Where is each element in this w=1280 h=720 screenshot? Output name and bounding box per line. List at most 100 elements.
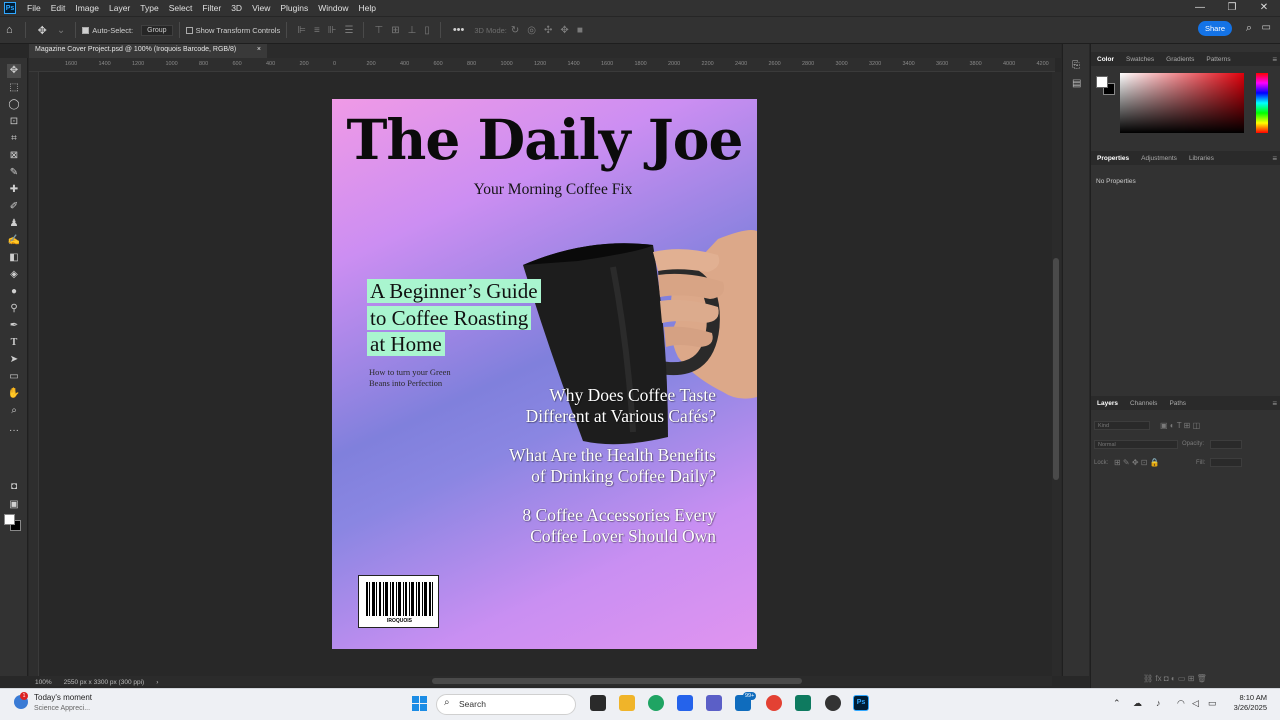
tab-paths[interactable]: Paths xyxy=(1163,400,1192,407)
menu-filter[interactable]: Filter xyxy=(197,3,226,13)
3d-pan-icon[interactable]: ✣ xyxy=(544,25,552,36)
more-tools-icon[interactable]: ··· xyxy=(7,424,21,438)
align-vertical-icon[interactable]: ☰ xyxy=(345,25,354,36)
chevron-up-icon[interactable]: ⌃ xyxy=(1113,698,1121,709)
photoshop-taskbar-icon[interactable]: Ps xyxy=(853,695,869,711)
tab-libraries[interactable]: Libraries xyxy=(1183,155,1220,162)
crop-tool-icon[interactable]: ⌗ xyxy=(7,132,21,146)
panel-menu-icon[interactable]: ≡ xyxy=(1272,154,1277,163)
panel-menu-icon[interactable]: ≡ xyxy=(1272,399,1277,408)
align-top-icon[interactable]: ⊤ xyxy=(374,25,383,36)
main-headline-subtext[interactable]: How to turn your Green Beans into Perfec… xyxy=(369,367,459,388)
tab-swatches[interactable]: Swatches xyxy=(1120,56,1160,63)
zoom-level[interactable]: 100% xyxy=(35,679,52,686)
tab-channels[interactable]: Channels xyxy=(1124,400,1163,407)
menu-window[interactable]: Window xyxy=(313,3,353,13)
story-health-benefits[interactable]: What Are the Health Benefits of Drinking… xyxy=(509,445,716,487)
magazine-subtitle[interactable]: Your Morning Coffee Fix xyxy=(332,181,757,199)
horizontal-scroll-thumb[interactable] xyxy=(432,678,802,684)
menu-help[interactable]: Help xyxy=(353,3,380,13)
battery-icon[interactable]: ▭ xyxy=(1208,698,1217,709)
widget-title[interactable]: Today's moment xyxy=(34,693,92,702)
search-icon[interactable]: ⌕ xyxy=(1246,22,1252,35)
3d-roll-icon[interactable]: ◎ xyxy=(527,25,536,36)
restore-button[interactable]: ❐ xyxy=(1216,0,1248,16)
barcode[interactable]: IROQUOIS xyxy=(358,575,439,628)
tab-layers[interactable]: Layers xyxy=(1091,400,1124,407)
close-tab-icon[interactable]: × xyxy=(257,46,261,56)
wifi-icon[interactable]: ◠ xyxy=(1177,698,1185,709)
brush-tool-icon[interactable]: ✐ xyxy=(7,200,21,214)
chevron-right-icon[interactable]: › xyxy=(156,679,158,686)
type-tool-icon[interactable]: T xyxy=(7,336,21,350)
3d-slide-icon[interactable]: ✥ xyxy=(560,25,568,36)
minimize-button[interactable]: — xyxy=(1184,0,1216,16)
panel-menu-icon[interactable]: ≡ xyxy=(1272,55,1277,64)
file-explorer-icon[interactable] xyxy=(619,695,635,711)
layer-actions-icons[interactable]: ⛓ fx ◘ ◐ ▭ ⊞ 🗑 xyxy=(1143,674,1207,683)
share-button[interactable]: Share xyxy=(1198,21,1232,36)
magazine-title[interactable]: The Daily Joe xyxy=(332,107,757,172)
object-select-tool-icon[interactable]: ⊡ xyxy=(7,115,21,129)
3d-scale-icon[interactable]: ■ xyxy=(577,25,583,36)
menu-3d[interactable]: 3D xyxy=(226,3,247,13)
menu-layer[interactable]: Layer xyxy=(104,3,135,13)
blur-tool-icon[interactable]: ● xyxy=(7,285,21,299)
healing-brush-tool-icon[interactable]: ✚ xyxy=(7,183,21,197)
menu-file[interactable]: File xyxy=(22,3,46,13)
tab-adjustments[interactable]: Adjustments xyxy=(1135,155,1183,162)
menu-plugins[interactable]: Plugins xyxy=(275,3,313,13)
story-coffee-taste[interactable]: Why Does Coffee Taste Different at Vario… xyxy=(526,385,716,427)
foreground-color-swatch[interactable] xyxy=(4,514,15,525)
history-panel-icon[interactable]: ⎘ xyxy=(1072,60,1080,71)
menu-type[interactable]: Type xyxy=(135,3,163,13)
tab-properties[interactable]: Properties xyxy=(1091,155,1135,162)
menu-edit[interactable]: Edit xyxy=(46,3,71,13)
color-panel-foreground-swatch[interactable] xyxy=(1096,76,1108,88)
layers-filter-kind[interactable]: Kind xyxy=(1094,421,1150,430)
stamp-tool-icon[interactable]: ♟ xyxy=(7,217,21,231)
align-left-icon[interactable]: ⊫ xyxy=(297,25,306,36)
color-picker-field[interactable] xyxy=(1120,73,1244,133)
magazine-cover-artboard[interactable]: The Daily Joe Your Morning Coffee Fix A … xyxy=(332,99,757,649)
distribute-icon[interactable]: ▯ xyxy=(424,25,430,36)
volume-icon[interactable]: ◁ xyxy=(1192,698,1199,709)
eyedropper-tool-icon[interactable]: ✎ xyxy=(7,166,21,180)
opacity-field[interactable] xyxy=(1210,440,1242,449)
align-center-icon[interactable]: ≡ xyxy=(314,25,320,36)
app-icon[interactable] xyxy=(825,695,841,711)
history-brush-tool-icon[interactable]: ✍ xyxy=(7,234,21,248)
eraser-tool-icon[interactable]: ◧ xyxy=(7,251,21,265)
microphone-icon[interactable]: ♪ xyxy=(1156,698,1161,708)
lock-icons[interactable]: ⊞ ✎ ✥ ⊡ 🔒 xyxy=(1114,458,1160,467)
paint-bucket-tool-icon[interactable]: ◈ xyxy=(7,268,21,282)
menu-image[interactable]: Image xyxy=(70,3,104,13)
zoom-tool-icon[interactable]: ⌕ xyxy=(7,404,21,418)
align-bottom-icon[interactable]: ⊥ xyxy=(408,25,417,36)
dodge-tool-icon[interactable]: ⚲ xyxy=(7,302,21,316)
layer-filter-icons[interactable]: ▣ ◐ T ⊞ ◫ xyxy=(1160,421,1200,430)
windows-start-icon[interactable] xyxy=(412,696,427,711)
hand-tool-icon[interactable]: ✋ xyxy=(7,387,21,401)
path-select-tool-icon[interactable]: ➤ xyxy=(7,353,21,367)
comments-panel-icon[interactable]: ▤ xyxy=(1072,78,1081,89)
app-icon[interactable] xyxy=(795,695,811,711)
frame-tool-icon[interactable]: ⊠ xyxy=(7,149,21,163)
tab-gradients[interactable]: Gradients xyxy=(1160,56,1200,63)
workspace-icon[interactable]: ▭ xyxy=(1262,22,1271,33)
rectangle-tool-icon[interactable]: ▭ xyxy=(7,370,21,384)
quick-mask-icon[interactable]: ◘ xyxy=(7,480,21,494)
taskbar-search[interactable]: Search xyxy=(436,694,576,715)
menu-view[interactable]: View xyxy=(247,3,275,13)
pen-tool-icon[interactable]: ✒ xyxy=(7,319,21,333)
marquee-tool-icon[interactable]: ⬚ xyxy=(7,81,21,95)
fill-field[interactable] xyxy=(1210,458,1242,467)
edge-browser-icon[interactable] xyxy=(648,695,664,711)
tab-patterns[interactable]: Patterns xyxy=(1200,56,1236,63)
store-icon[interactable] xyxy=(677,695,693,711)
move-tool-icon[interactable]: ✥ xyxy=(38,24,47,37)
transform-controls-checkbox[interactable] xyxy=(185,26,193,34)
story-coffee-accessories[interactable]: 8 Coffee Accessories Every Coffee Lover … xyxy=(522,505,716,547)
tab-color[interactable]: Color xyxy=(1091,56,1120,63)
move-tool-icon[interactable]: ✥ xyxy=(7,64,21,78)
